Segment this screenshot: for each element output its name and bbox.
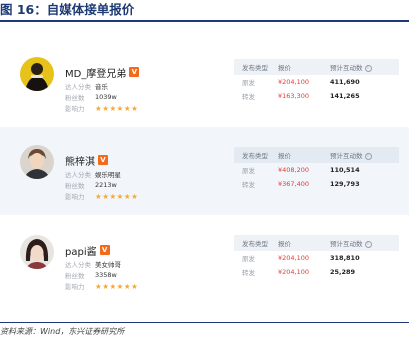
category-row: 达人分类 音乐 bbox=[65, 81, 108, 91]
col-interaction-label: 预计互动数 bbox=[330, 152, 363, 160]
price: ¥408,200 bbox=[278, 166, 310, 174]
table-row: 原发 ¥204,100 411,690 bbox=[234, 75, 399, 89]
category-label: 达人分类 bbox=[65, 171, 91, 179]
table-row: 原发 ¥408,200 110,514 bbox=[234, 163, 399, 177]
table-row: 转发 ¥367,400 129,793 bbox=[234, 177, 399, 191]
col-interaction-label: 预计互动数 bbox=[330, 64, 363, 72]
category-row: 达人分类 美女帅哥 bbox=[65, 259, 121, 269]
avatar bbox=[20, 145, 54, 179]
interaction: 110,514 bbox=[330, 166, 360, 174]
avatar bbox=[20, 57, 54, 91]
col-type-header: 发布类型 bbox=[242, 240, 268, 248]
table-header: 发布类型 报价 预计互动数 i bbox=[234, 59, 399, 75]
influence-label: 影响力 bbox=[65, 193, 85, 201]
figure-title: 图 16：自媒体接单报价 bbox=[0, 2, 135, 17]
col-type-header: 发布类型 bbox=[242, 64, 268, 72]
price: ¥163,300 bbox=[278, 92, 310, 100]
category-value: 娱乐明星 bbox=[95, 171, 121, 179]
fans-value: 1039w bbox=[95, 93, 117, 101]
price: ¥204,100 bbox=[278, 268, 310, 276]
fans-row: 粉丝数 3358w bbox=[65, 270, 117, 280]
verified-badge-icon: V bbox=[129, 67, 140, 77]
interaction: 129,793 bbox=[330, 180, 360, 188]
fans-row: 粉丝数 1039w bbox=[65, 92, 117, 102]
influence-label: 影响力 bbox=[65, 283, 85, 291]
col-price-header: 报价 bbox=[278, 240, 291, 248]
publish-type: 转发 bbox=[242, 269, 255, 277]
quote-table: 发布类型 报价 预计互动数 i 原发 ¥204,100 318,810 转发 ¥2… bbox=[234, 235, 399, 279]
fans-label: 粉丝数 bbox=[65, 94, 85, 102]
source-divider bbox=[0, 322, 409, 323]
col-interaction-header: 预计互动数 i bbox=[330, 238, 399, 248]
info-icon[interactable]: i bbox=[364, 152, 372, 160]
publish-type: 转发 bbox=[242, 181, 255, 189]
star-rating-icon: ★★★★★★ bbox=[95, 281, 139, 291]
interaction: 141,265 bbox=[330, 92, 360, 100]
creator-card: MD_摩登兄弟 V 达人分类 音乐 粉丝数 1039w 影响力 ★★★★★★ 发… bbox=[0, 39, 409, 127]
table-row: 原发 ¥204,100 318,810 bbox=[234, 251, 399, 265]
influence-row: 影响力 ★★★★★★ bbox=[65, 281, 139, 292]
interaction: 411,690 bbox=[330, 78, 360, 86]
table-header: 发布类型 报价 预计互动数 i bbox=[234, 147, 399, 163]
info-icon[interactable]: i bbox=[364, 64, 372, 72]
publish-type: 原发 bbox=[242, 255, 255, 263]
creator-name: 熊梓淇 bbox=[65, 156, 95, 168]
category-label: 达人分类 bbox=[65, 261, 91, 269]
interaction: 25,289 bbox=[330, 268, 356, 276]
name-row: 熊梓淇 V bbox=[65, 153, 108, 168]
publish-type: 原发 bbox=[242, 79, 255, 87]
price: ¥204,100 bbox=[278, 254, 310, 262]
price: ¥204,100 bbox=[278, 78, 310, 86]
col-interaction-header: 预计互动数 i bbox=[330, 62, 399, 72]
col-interaction-header: 预计互动数 i bbox=[330, 150, 399, 160]
influence-row: 影响力 ★★★★★★ bbox=[65, 103, 139, 114]
quote-table: 发布类型 报价 预计互动数 i 原发 ¥408,200 110,514 转发 ¥3… bbox=[234, 147, 399, 191]
category-value: 美女帅哥 bbox=[95, 261, 121, 269]
title-rule bbox=[0, 20, 409, 22]
star-rating-icon: ★★★★★★ bbox=[95, 191, 139, 201]
source-note: 资料来源：Wind，东兴证券研究所 bbox=[0, 327, 125, 336]
verified-badge-icon: V bbox=[98, 155, 108, 165]
verified-badge-icon: V bbox=[99, 245, 110, 255]
fans-value: 3358w bbox=[95, 271, 117, 279]
publish-type: 原发 bbox=[242, 167, 255, 175]
influence-row: 影响力 ★★★★★★ bbox=[65, 191, 139, 202]
publish-type: 转发 bbox=[242, 93, 255, 101]
star-rating-icon: ★★★★★★ bbox=[95, 103, 139, 113]
col-price-header: 报价 bbox=[278, 152, 291, 160]
name-row: papi酱 V bbox=[65, 243, 110, 258]
col-interaction-label: 预计互动数 bbox=[330, 240, 363, 248]
fans-row: 粉丝数 2213w bbox=[65, 180, 117, 190]
name-row: MD_摩登兄弟 V bbox=[65, 65, 140, 80]
fans-label: 粉丝数 bbox=[65, 272, 85, 280]
category-value: 音乐 bbox=[95, 83, 108, 91]
info-icon[interactable]: i bbox=[364, 240, 372, 248]
col-price-header: 报价 bbox=[278, 64, 291, 72]
creator-card: papi酱 V 达人分类 美女帅哥 粉丝数 3358w 影响力 ★★★★★★ 发… bbox=[0, 215, 409, 303]
fans-label: 粉丝数 bbox=[65, 182, 85, 190]
category-row: 达人分类 娱乐明星 bbox=[65, 169, 121, 179]
creator-cards: MD_摩登兄弟 V 达人分类 音乐 粉丝数 1039w 影响力 ★★★★★★ 发… bbox=[0, 39, 409, 302]
creator-name: MD_摩登兄弟 bbox=[65, 68, 127, 80]
interaction: 318,810 bbox=[330, 254, 360, 262]
table-row: 转发 ¥204,100 25,289 bbox=[234, 265, 399, 279]
category-label: 达人分类 bbox=[65, 83, 91, 91]
quote-table: 发布类型 报价 预计互动数 i 原发 ¥204,100 411,690 转发 ¥1… bbox=[234, 59, 399, 103]
table-row: 转发 ¥163,300 141,265 bbox=[234, 89, 399, 103]
price: ¥367,400 bbox=[278, 180, 310, 188]
influence-label: 影响力 bbox=[65, 105, 85, 113]
avatar bbox=[20, 235, 54, 269]
fans-value: 2213w bbox=[95, 181, 117, 189]
table-header: 发布类型 报价 预计互动数 i bbox=[234, 235, 399, 251]
col-type-header: 发布类型 bbox=[242, 152, 268, 160]
creator-card: 熊梓淇 V 达人分类 娱乐明星 粉丝数 2213w 影响力 ★★★★★★ 发布类… bbox=[0, 127, 409, 215]
creator-name: papi酱 bbox=[65, 246, 97, 258]
